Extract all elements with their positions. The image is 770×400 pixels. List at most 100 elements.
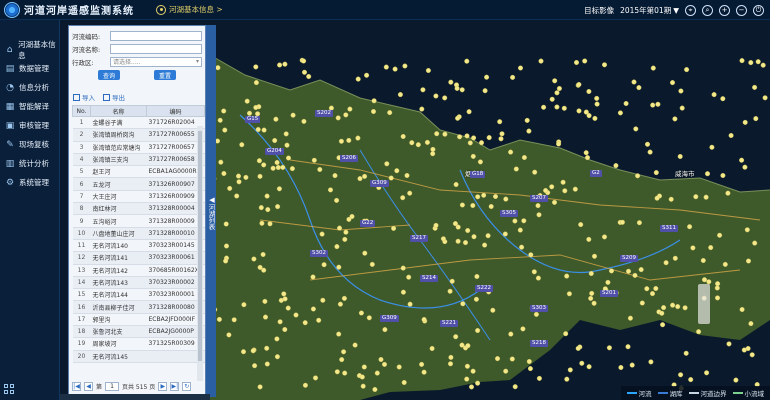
river-marker[interactable] — [482, 88, 488, 94]
river-marker[interactable] — [404, 172, 410, 178]
river-marker[interactable] — [739, 58, 745, 64]
river-marker[interactable] — [586, 113, 592, 119]
river-marker[interactable] — [464, 58, 470, 64]
sidebar-item-statistics[interactable]: ▥ 统计分析 — [0, 154, 59, 173]
river-marker[interactable] — [272, 137, 278, 143]
river-marker[interactable] — [372, 387, 378, 393]
table-row[interactable]: 1 金螺谷子满 371726R02004 — [72, 116, 205, 130]
river-marker[interactable] — [470, 153, 476, 159]
river-marker[interactable] — [382, 327, 388, 333]
river-marker[interactable] — [720, 96, 726, 102]
river-marker[interactable] — [726, 341, 732, 347]
river-marker[interactable] — [672, 255, 678, 261]
river-marker[interactable] — [524, 117, 530, 123]
river-marker[interactable] — [678, 88, 684, 94]
river-marker[interactable] — [244, 98, 250, 104]
river-marker[interactable] — [752, 240, 758, 246]
river-marker[interactable] — [564, 273, 570, 279]
import-button[interactable]: 导入 — [73, 92, 95, 102]
river-marker[interactable] — [711, 92, 717, 98]
river-marker[interactable] — [556, 85, 562, 91]
river-marker[interactable] — [339, 357, 345, 363]
zoom-in-icon[interactable]: + — [719, 4, 730, 16]
river-marker[interactable] — [549, 96, 555, 102]
apps-grid-icon[interactable] — [4, 384, 14, 394]
table-row[interactable]: 19 周家坡河 371325R00309 — [72, 337, 205, 351]
river-marker[interactable] — [497, 119, 503, 125]
river-marker[interactable] — [262, 314, 268, 320]
river-marker[interactable] — [352, 342, 358, 348]
river-marker[interactable] — [715, 281, 721, 287]
river-marker[interactable] — [261, 162, 267, 168]
river-marker[interactable] — [342, 236, 348, 242]
region-select[interactable]: 请选择..... ▾ — [110, 56, 202, 67]
river-marker[interactable] — [407, 190, 413, 196]
river-marker[interactable] — [512, 384, 518, 390]
river-marker[interactable] — [448, 361, 454, 367]
river-marker[interactable] — [343, 229, 349, 235]
river-marker[interactable] — [440, 236, 446, 242]
river-marker[interactable] — [744, 227, 750, 233]
river-marker[interactable] — [560, 179, 566, 185]
river-marker[interactable] — [739, 157, 745, 163]
river-marker[interactable] — [215, 65, 221, 71]
river-marker[interactable] — [274, 159, 280, 165]
river-marker[interactable] — [690, 245, 696, 251]
river-marker[interactable] — [371, 98, 377, 104]
river-marker[interactable] — [503, 196, 509, 202]
river-marker[interactable] — [708, 245, 714, 251]
river-marker[interactable] — [342, 370, 348, 376]
table-row[interactable]: 2 张湾镇周桥岗沟 371727R00655 — [72, 128, 205, 142]
river-marker[interactable] — [586, 236, 592, 242]
river-marker[interactable] — [311, 157, 317, 163]
river-marker[interactable] — [429, 346, 435, 352]
river-marker[interactable] — [273, 116, 279, 122]
river-marker[interactable] — [470, 368, 476, 374]
river-marker[interactable] — [362, 250, 368, 256]
river-marker[interactable] — [638, 267, 644, 273]
river-marker[interactable] — [762, 95, 768, 101]
river-marker[interactable] — [677, 153, 683, 159]
river-marker[interactable] — [265, 207, 271, 213]
table-row[interactable]: 10 八盘地董山庄河 371328R00010 — [72, 227, 205, 240]
river-marker[interactable] — [493, 193, 499, 199]
river-marker[interactable] — [714, 285, 720, 291]
imagery-selector[interactable]: 目标影像 — [584, 5, 614, 16]
river-marker[interactable] — [576, 108, 582, 114]
search-icon[interactable]: ⌕ — [702, 4, 713, 16]
river-marker[interactable] — [536, 375, 542, 381]
river-marker[interactable] — [306, 74, 312, 80]
river-marker[interactable] — [275, 204, 281, 210]
river-marker[interactable] — [536, 212, 542, 218]
location-icon[interactable]: ⌖ — [685, 4, 696, 16]
period-selector[interactable]: 2015年第01期 ▼ — [620, 5, 679, 16]
power-icon[interactable]: ⏻ — [753, 4, 764, 16]
river-marker[interactable] — [346, 216, 352, 222]
river-marker[interactable] — [282, 296, 288, 302]
river-marker[interactable] — [510, 74, 516, 80]
river-marker[interactable] — [521, 154, 527, 160]
river-marker[interactable] — [332, 173, 338, 179]
river-marker[interactable] — [592, 253, 598, 259]
river-marker[interactable] — [563, 331, 569, 337]
river-marker[interactable] — [469, 384, 475, 390]
table-row[interactable]: 12 无名河流141 370323R00061 — [72, 251, 205, 265]
river-marker[interactable] — [541, 104, 547, 110]
legend-item-boundary[interactable]: 河道边界 — [688, 388, 727, 398]
river-marker[interactable] — [702, 277, 708, 283]
river-marker[interactable] — [543, 187, 549, 193]
river-marker[interactable] — [687, 224, 693, 230]
river-marker[interactable] — [672, 116, 678, 122]
river-marker[interactable] — [670, 80, 676, 86]
river-marker[interactable] — [521, 218, 527, 224]
river-marker[interactable] — [255, 126, 261, 132]
river-marker[interactable] — [243, 174, 249, 180]
river-marker[interactable] — [755, 59, 761, 65]
river-marker[interactable] — [660, 322, 666, 328]
river-marker[interactable] — [659, 310, 665, 316]
river-marker[interactable] — [360, 383, 366, 389]
river-marker[interactable] — [407, 301, 413, 307]
river-marker[interactable] — [240, 349, 246, 355]
river-marker[interactable] — [609, 268, 615, 274]
river-marker[interactable] — [394, 168, 400, 174]
